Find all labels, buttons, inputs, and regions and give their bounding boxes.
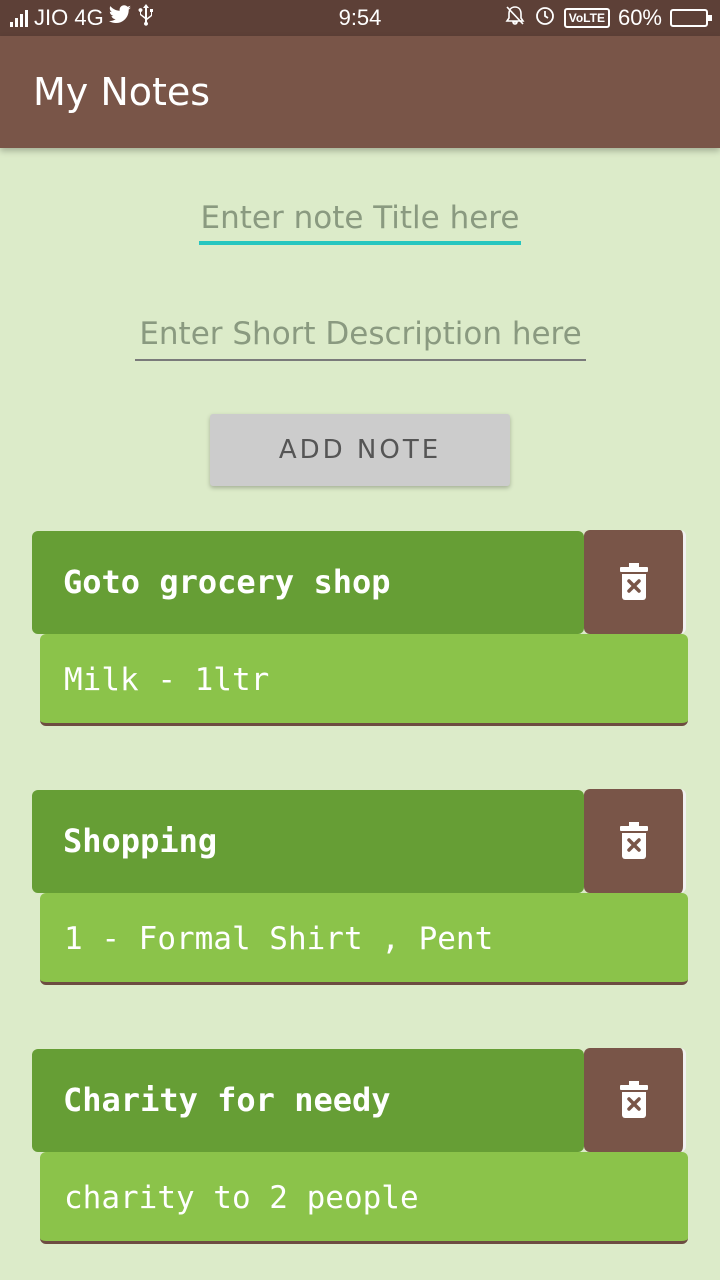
note-card: Shopping 1 - Formal Shirt , Pent <box>32 789 688 985</box>
add-note-button[interactable]: ADD NOTE <box>210 414 510 486</box>
delete-note-button[interactable] <box>584 530 686 634</box>
delete-icon <box>619 822 648 859</box>
note-title: Shopping <box>32 790 584 893</box>
battery-icon <box>670 9 712 27</box>
note-title-input[interactable] <box>199 195 521 245</box>
note-description-input[interactable] <box>135 309 586 361</box>
app-title: My Notes <box>33 70 211 114</box>
delete-note-button[interactable] <box>584 789 686 893</box>
note-description: 1 - Formal Shirt , Pent <box>40 893 688 985</box>
app-bar: My Notes <box>0 36 720 148</box>
note-card: Charity for needy charity to 2 people <box>32 1048 688 1244</box>
mute-icon <box>504 4 526 32</box>
note-title: Goto grocery shop <box>32 531 584 634</box>
delete-icon <box>619 563 648 600</box>
volte-badge: VoLTE <box>563 8 610 28</box>
delete-note-button[interactable] <box>584 1048 686 1152</box>
note-description: Milk - 1ltr <box>40 634 688 726</box>
note-card: Goto grocery shop Milk - 1ltr <box>32 530 688 726</box>
delete-icon <box>619 1081 648 1118</box>
alarm-icon <box>534 4 556 32</box>
status-right: VoLTE 60% <box>504 4 712 32</box>
battery-percent: 60% <box>617 5 662 30</box>
note-title: Charity for needy <box>32 1049 584 1152</box>
status-bar: JIO 4G 9:54 VoLTE 60% <box>0 0 720 36</box>
note-description: charity to 2 people <box>40 1152 688 1244</box>
